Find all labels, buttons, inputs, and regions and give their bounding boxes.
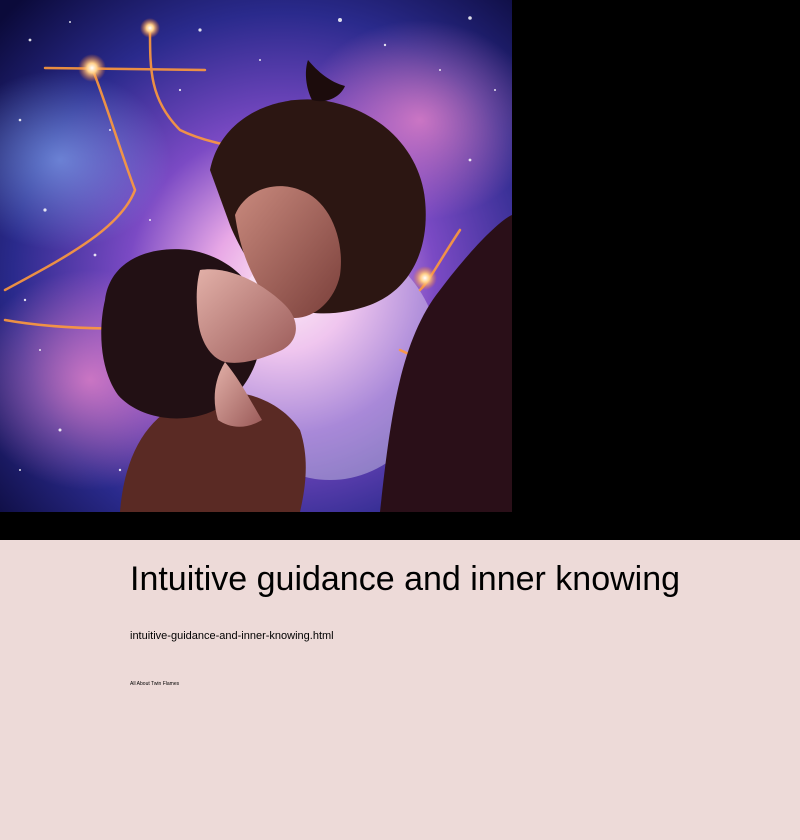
hero-section bbox=[0, 0, 800, 540]
page-title: Intuitive guidance and inner knowing bbox=[130, 560, 681, 598]
hero-image bbox=[0, 0, 512, 512]
footer-site-link[interactable]: All About Twin Flames bbox=[130, 681, 179, 688]
content-section: Intuitive guidance and inner knowing int… bbox=[0, 540, 800, 840]
file-link[interactable]: intuitive-guidance-and-inner-knowing.htm… bbox=[130, 629, 334, 643]
